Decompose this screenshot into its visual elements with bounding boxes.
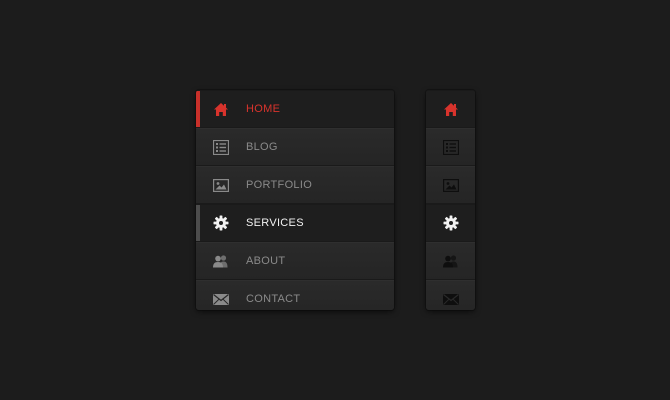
nav-item-home[interactable]: HOME [196, 90, 394, 128]
users-icon [212, 252, 230, 270]
icon-nav-menu [426, 90, 475, 310]
envelope-icon [212, 290, 230, 308]
gear-icon [212, 214, 230, 232]
home-icon [212, 100, 230, 118]
nav-label-home: HOME [246, 103, 281, 115]
icon-nav-item-home[interactable] [426, 90, 475, 128]
nav-label-services: SERVICES [246, 217, 304, 229]
envelope-icon [442, 290, 460, 308]
icon-nav-item-contact[interactable] [426, 280, 475, 310]
nav-item-about[interactable]: ABOUT [196, 242, 394, 280]
active-indicator [196, 91, 200, 127]
nav-label-contact: CONTACT [246, 293, 301, 305]
wide-nav-menu: HOME BLOG PORTFOLIO SERVICES ABOUT CONTA… [196, 90, 394, 310]
nav-label-blog: BLOG [246, 141, 278, 153]
nav-label-about: ABOUT [246, 255, 286, 267]
nav-item-portfolio[interactable]: PORTFOLIO [196, 166, 394, 204]
nav-label-portfolio: PORTFOLIO [246, 179, 313, 191]
nav-item-services[interactable]: SERVICES [196, 204, 394, 242]
gear-icon [442, 214, 460, 232]
icon-nav-item-blog[interactable] [426, 128, 475, 166]
nav-item-contact[interactable]: CONTACT [196, 280, 394, 310]
active-indicator [196, 205, 200, 241]
icon-nav-item-about[interactable] [426, 242, 475, 280]
stage: HOME BLOG PORTFOLIO SERVICES ABOUT CONTA… [0, 0, 670, 400]
image-icon [442, 176, 460, 194]
blog-list-icon [442, 138, 460, 156]
blog-list-icon [212, 138, 230, 156]
users-icon [442, 252, 460, 270]
icon-nav-item-services[interactable] [426, 204, 475, 242]
icon-nav-item-portfolio[interactable] [426, 166, 475, 204]
nav-item-blog[interactable]: BLOG [196, 128, 394, 166]
home-icon [442, 100, 460, 118]
image-icon [212, 176, 230, 194]
